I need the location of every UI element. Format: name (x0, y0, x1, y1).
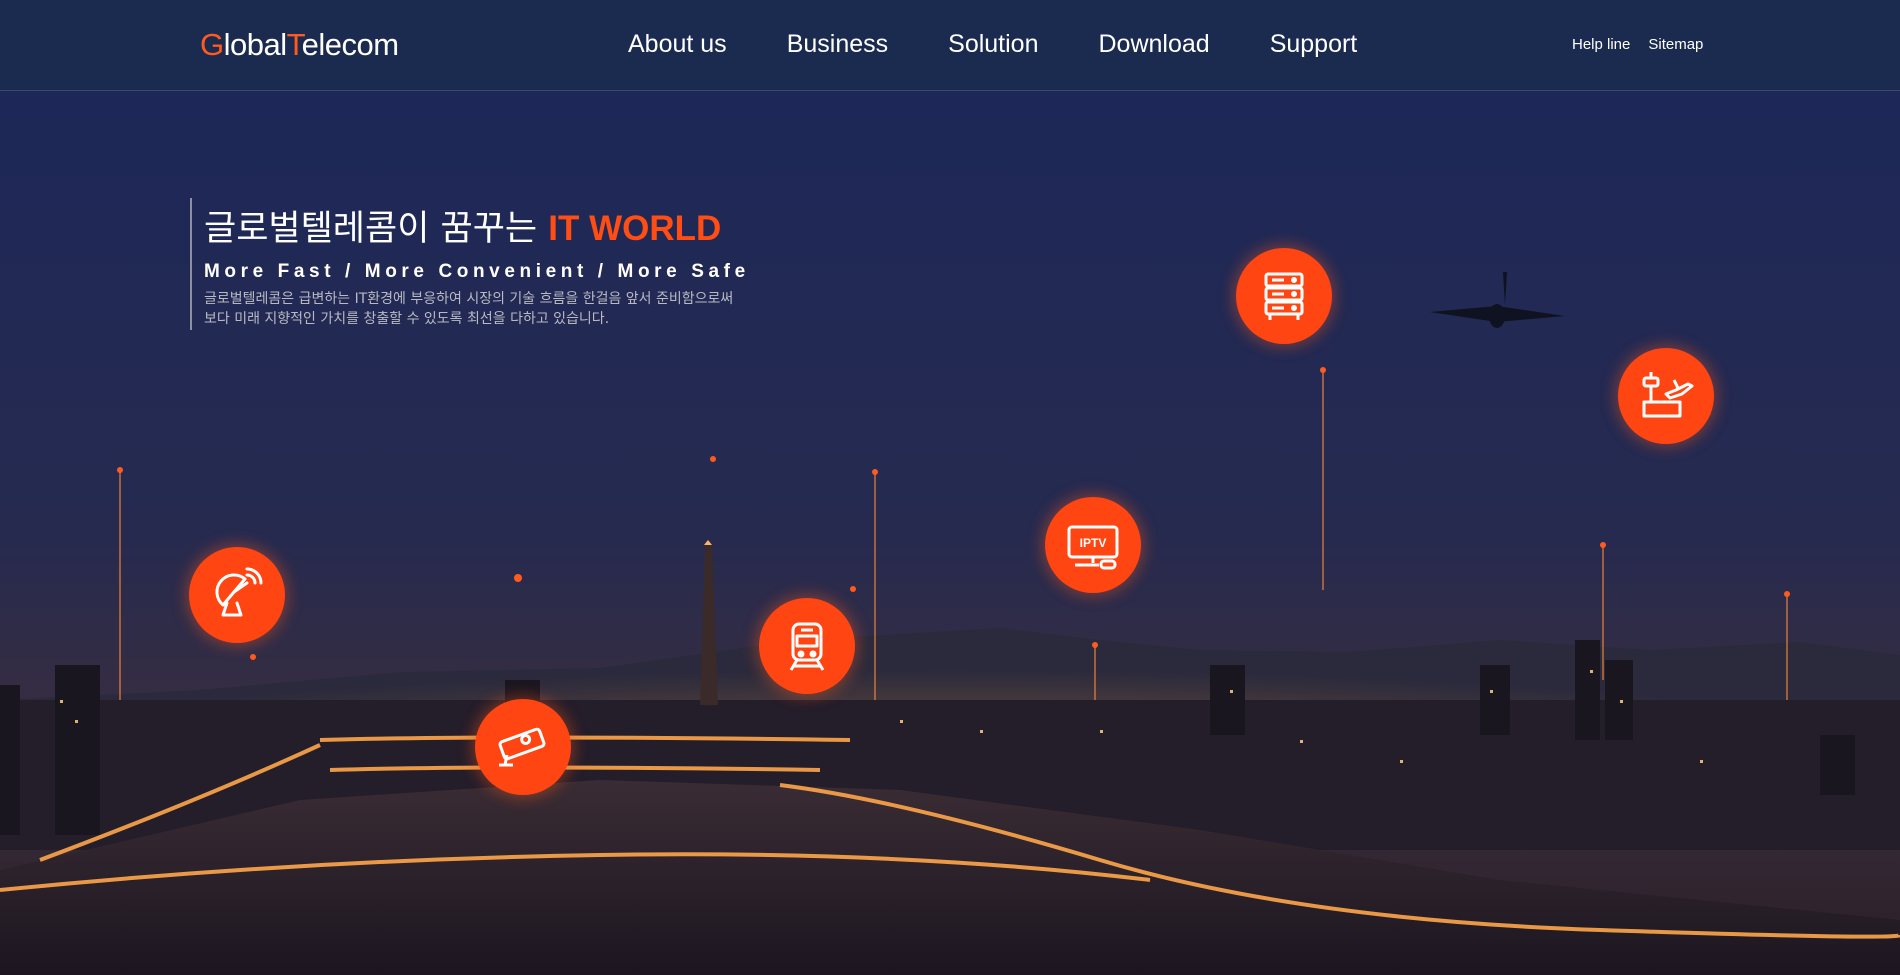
nav-business[interactable]: Business (787, 30, 888, 59)
hero-description-line-1: 글로벌텔레콤은 급변하는 IT환경에 부응하여 시장의 기술 흐름을 한걸음 앞… (204, 291, 734, 307)
server-icon[interactable] (1236, 248, 1332, 344)
logo[interactable]: GlobalTelecom (200, 27, 399, 63)
hero-title-highlight: IT WORLD (548, 209, 722, 248)
iptv-label: IPTV (1080, 536, 1107, 550)
hero-description-line-2: 보다 미래 지향적인 가치를 창출할 수 있도록 최선을 다하고 있습니다. (204, 311, 610, 327)
cctv-camera-icon[interactable] (475, 699, 571, 795)
utility-links: Help line Sitemap (1572, 36, 1721, 53)
airport-icon[interactable] (1618, 348, 1714, 444)
logo-t: T (286, 27, 303, 62)
sitemap-link[interactable]: Sitemap (1648, 36, 1703, 53)
iptv-icon[interactable]: IPTV (1045, 497, 1141, 593)
hero-title: 글로벌텔레콤이 꿈꾸는 IT WORLD (204, 200, 830, 251)
satellite-dish-icon[interactable] (189, 547, 285, 643)
site-header: GlobalTelecom About us Business Solution… (0, 0, 1900, 91)
hero-description: 글로벌텔레콤은 급변하는 IT환경에 부응하여 시장의 기술 흐름을 한걸음 앞… (204, 289, 830, 329)
main-nav: About us Business Solution Download Supp… (628, 30, 1417, 59)
help-line-link[interactable]: Help line (1572, 36, 1630, 53)
nav-download[interactable]: Download (1099, 30, 1210, 59)
hero-intro: 글로벌텔레콤이 꿈꾸는 IT WORLD More Fast / More Co… (190, 198, 830, 330)
logo-g: G (200, 27, 224, 62)
nav-solution[interactable]: Solution (948, 30, 1038, 59)
logo-lobal: lobal (223, 27, 288, 62)
train-icon[interactable] (759, 598, 855, 694)
logo-elecom: elecom (301, 27, 399, 62)
nav-about-us[interactable]: About us (628, 30, 727, 59)
nav-support[interactable]: Support (1270, 30, 1358, 59)
hero-tagline: More Fast / More Convenient / More Safe (204, 261, 750, 282)
hero-title-prefix: 글로벌텔레콤이 꿈꾸는 (204, 209, 549, 249)
